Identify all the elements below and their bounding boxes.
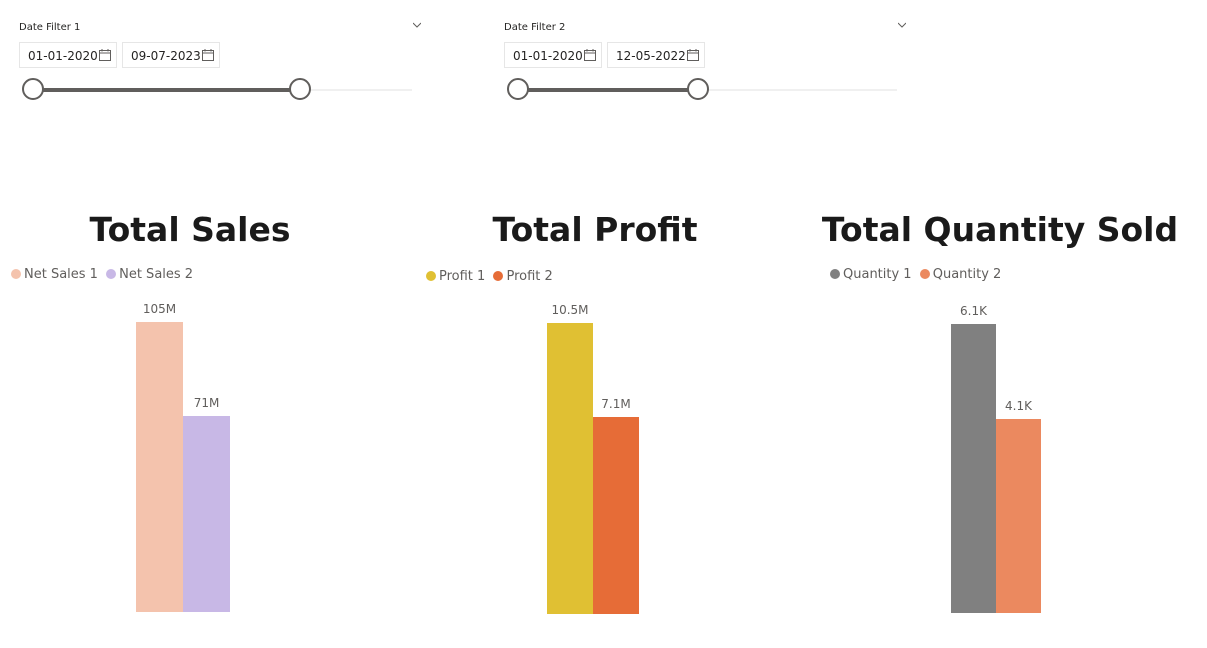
chevron-down-icon[interactable] [898,21,906,29]
chart-title: Total Sales [89,210,291,249]
end-date-value: 09-07-2023 [131,49,201,63]
end-date-value: 12-05-2022 [616,49,686,63]
slider-end-handle[interactable] [289,78,311,100]
slider-start-handle[interactable] [507,78,529,100]
start-date-input[interactable]: 01-01-2020 [19,42,117,68]
bar-profit-1[interactable] [547,323,593,614]
calendar-icon[interactable] [584,49,596,61]
end-date-input[interactable]: 09-07-2023 [122,42,220,68]
legend-item[interactable]: Net Sales 1 [11,267,98,282]
data-label: 10.5M [551,303,589,317]
legend-label: Quantity 1 [843,267,912,282]
legend-item[interactable]: Profit 1 [426,269,485,284]
date-filter-2-title: Date Filter 2 [504,22,566,33]
slider-range-fill [34,88,300,92]
data-label: 7.1M [601,397,631,411]
legend-label: Net Sales 1 [24,267,98,282]
legend-label: Quantity 2 [932,267,1002,282]
legend-dot [426,271,436,281]
bar-quantity-1[interactable] [951,324,996,613]
legend-dot [106,269,117,279]
chart-legend: Profit 1 Profit 2 [426,269,557,284]
slider-end-handle[interactable] [687,78,709,100]
date-filter-2: Date Filter 2 01-01-2020 12-05-2022 [504,0,914,110]
calendar-icon[interactable] [687,49,699,61]
legend-item[interactable]: Quantity 2 [919,267,1002,282]
chevron-down-icon[interactable] [413,21,421,29]
bar-net-sales-1[interactable] [136,322,183,612]
legend-label: Profit 1 [439,269,486,284]
legend-dot [830,269,840,279]
legend-item[interactable]: Quantity 1 [830,267,912,282]
data-label: 4.1K [1005,399,1032,413]
data-label: 105M [142,302,177,316]
legend-item[interactable]: Profit 2 [493,269,553,284]
legend-dot [493,271,504,281]
start-date-value: 01-01-2020 [513,49,583,63]
start-date-input[interactable]: 01-01-2020 [504,42,602,68]
legend-dot [11,269,21,279]
total-sales-chart: Total Sales Net Sales 1 Net Sales 2 105M… [0,200,380,640]
slider-range-fill [519,88,699,92]
legend-dot [919,269,930,279]
legend-item[interactable]: Net Sales 2 [106,267,193,282]
total-quantity-chart: Total Quantity Sold Quantity 1 Quantity … [800,200,1200,640]
total-profit-chart: Total Profit Profit 1 Profit 2 10.5M 7.1M [400,200,790,640]
start-date-value: 01-01-2020 [28,49,98,63]
calendar-icon[interactable] [99,49,111,61]
chart-title: Total Quantity Sold [821,210,1179,249]
chart-title: Total Profit [492,210,698,249]
data-label: 71M [193,396,220,410]
date-filter-1: Date Filter 1 01-01-2020 09-07-2023 [19,0,429,110]
slider-start-handle[interactable] [22,78,44,100]
chart-legend: Quantity 1 Quantity 2 [830,267,1005,282]
data-label: 6.1K [960,304,987,318]
bar-profit-2[interactable] [593,417,639,614]
bar-net-sales-2[interactable] [183,416,230,612]
legend-label: Net Sales 2 [119,267,194,282]
bar-quantity-2[interactable] [996,419,1041,613]
end-date-input[interactable]: 12-05-2022 [607,42,705,68]
chart-legend: Net Sales 1 Net Sales 2 [11,267,197,282]
legend-label: Profit 2 [506,269,553,284]
date-filter-1-title: Date Filter 1 [19,22,81,33]
calendar-icon[interactable] [202,49,214,61]
